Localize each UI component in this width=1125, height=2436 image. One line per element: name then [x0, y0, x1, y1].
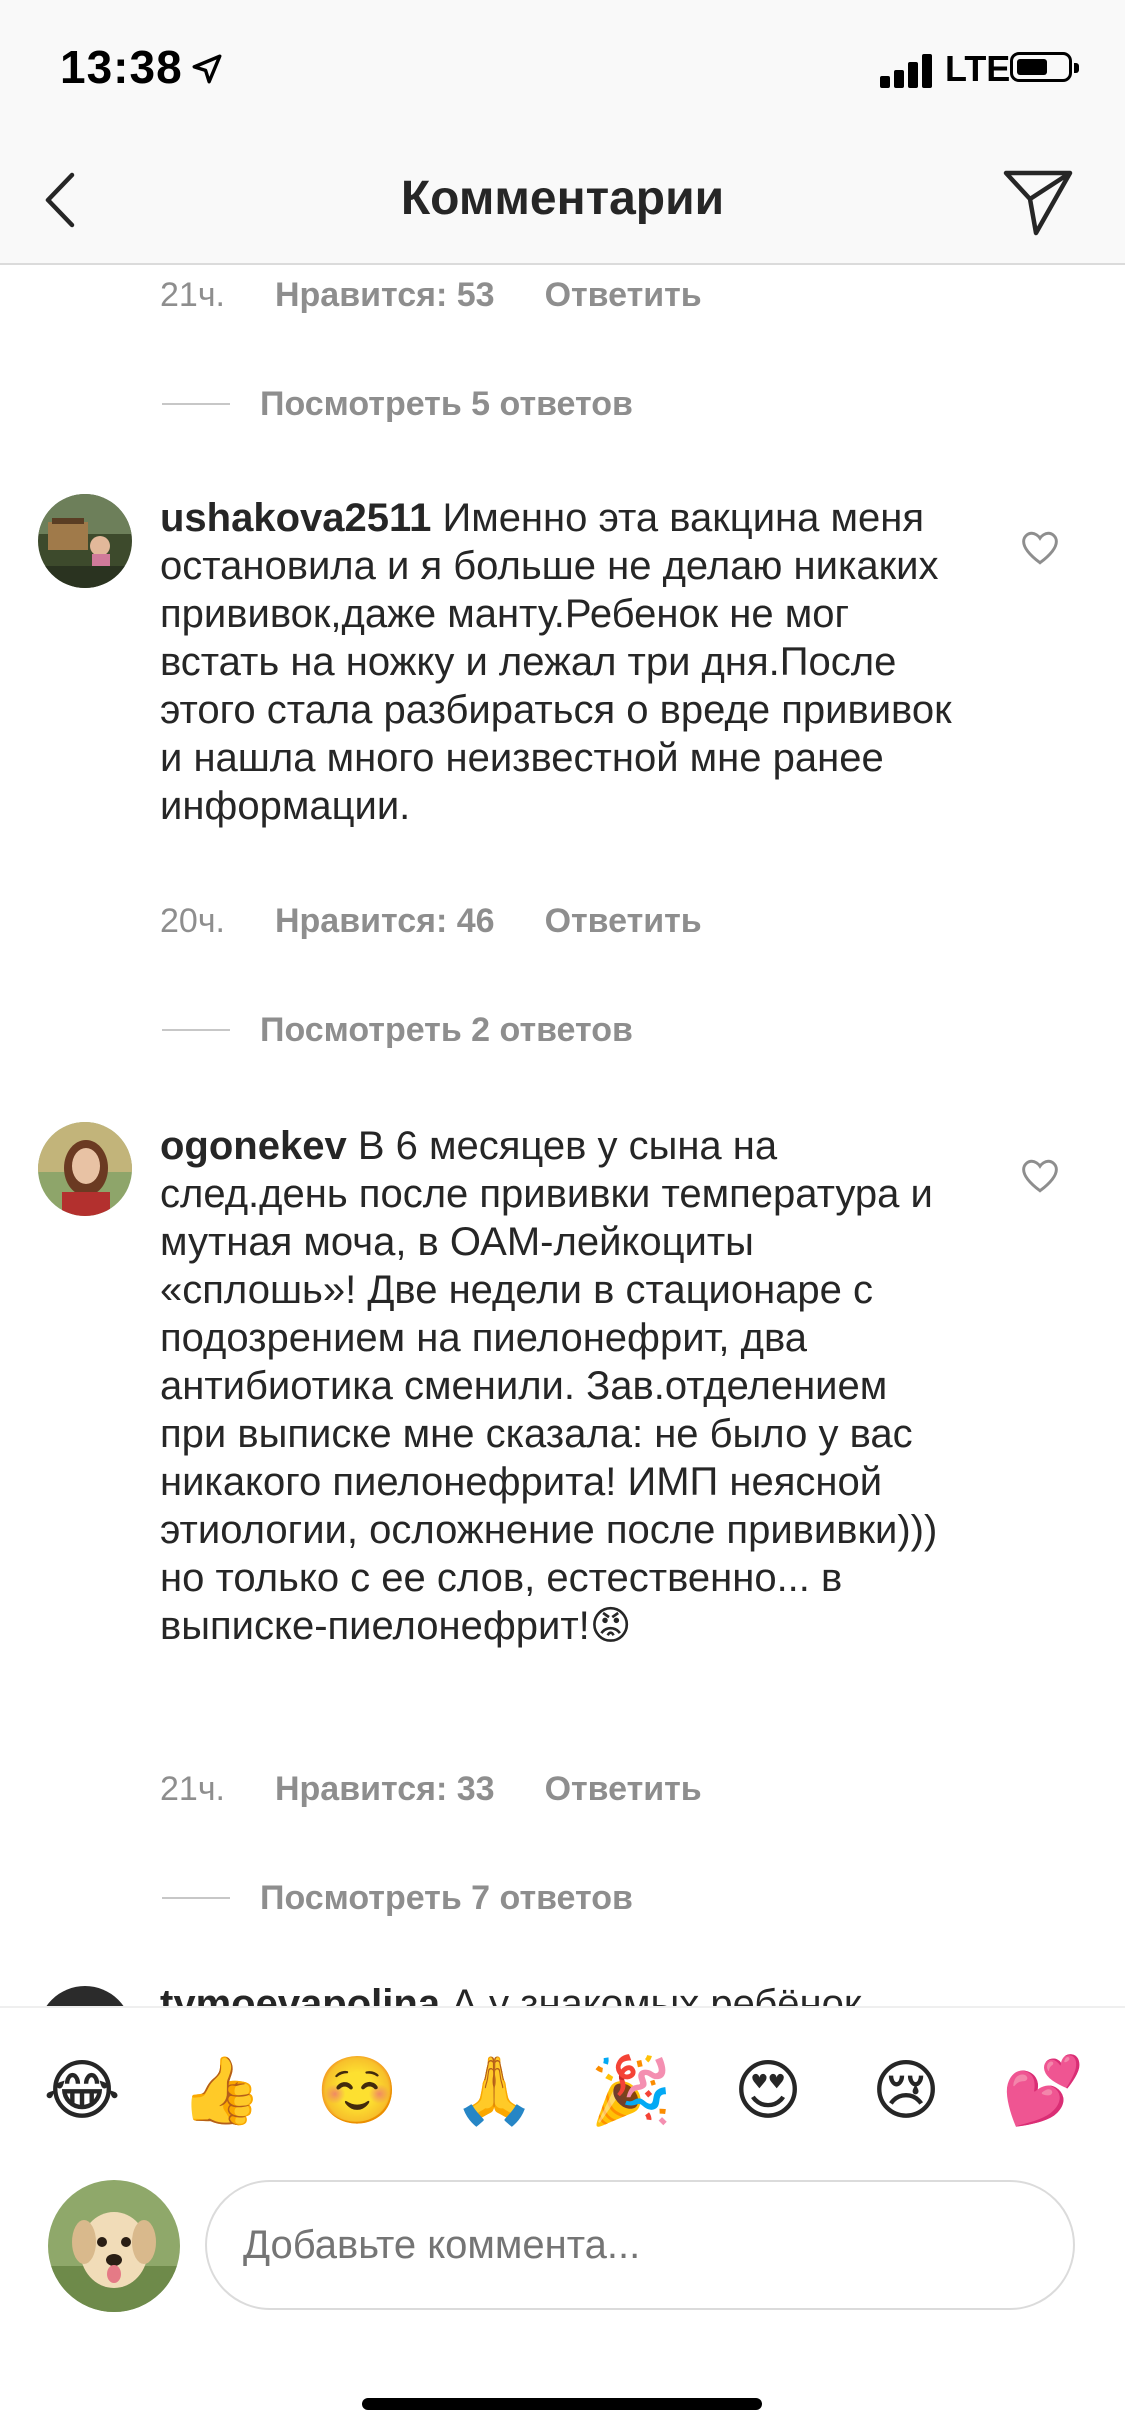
comment-body: В 6 месяцев у сына на след.день после пр…: [160, 1124, 938, 1648]
home-indicator[interactable]: [362, 2398, 762, 2410]
avatar[interactable]: [38, 1986, 132, 2006]
page-title: Комментарии: [400, 172, 725, 225]
emoji-two-hearts[interactable]: 💕: [1002, 2050, 1084, 2130]
comment-username[interactable]: ushakova2511: [160, 496, 431, 540]
comment-age: 21ч.: [160, 276, 225, 314]
likes-count[interactable]: Нравится: 46: [275, 902, 495, 940]
view-replies[interactable]: Посмотреть 2 ответов: [162, 1010, 633, 1050]
network-type: LTE: [945, 48, 1011, 89]
view-replies-label[interactable]: Посмотреть 7 ответов: [260, 1879, 633, 1918]
comment-composer: [0, 2172, 1125, 2342]
signal-icon: [880, 52, 940, 88]
emoji-quick-bar: 😂 👍 ☺️ 🙏 🎉 😍 😢 💕: [0, 2006, 1125, 2172]
paper-plane-icon[interactable]: [1000, 163, 1076, 239]
replies-divider: [162, 1897, 230, 1899]
emoji-tears-of-joy[interactable]: 😂: [42, 2050, 122, 2130]
comment-username[interactable]: tymoevapolina: [160, 1986, 440, 2006]
heart-icon[interactable]: [1020, 1158, 1060, 1194]
emoji-smiling[interactable]: ☺️: [316, 2050, 398, 2130]
status-bar: 13:38 LTE: [0, 0, 1125, 135]
reply-button[interactable]: Ответить: [545, 902, 702, 940]
location-arrow-icon: [192, 54, 222, 84]
replies-divider: [162, 1029, 230, 1031]
comment-input[interactable]: [205, 2180, 1075, 2310]
my-avatar: [48, 2180, 180, 2312]
avatar[interactable]: [38, 1122, 132, 1216]
battery-icon: [1010, 52, 1079, 82]
comment-meta: 20ч. Нравится: 46 Ответить: [160, 902, 752, 941]
reply-button[interactable]: Ответить: [545, 276, 702, 314]
comment-body: Именно эта вакцина меня остановила и я б…: [160, 496, 952, 828]
view-replies-label[interactable]: Посмотреть 5 ответов: [260, 385, 633, 424]
emoji-thumbs-up[interactable]: 👍: [180, 2050, 262, 2130]
nav-header: Комментарии: [0, 135, 1125, 265]
comment-username[interactable]: ogonekev: [160, 1124, 347, 1168]
reply-button[interactable]: Ответить: [545, 1770, 702, 1808]
likes-count[interactable]: Нравится: 33: [275, 1770, 495, 1808]
emoji-folded-hands[interactable]: 🙏: [453, 2050, 535, 2130]
comment-age: 21ч.: [160, 1770, 225, 1808]
comment-age: 20ч.: [160, 902, 225, 940]
comment-text: ushakova2511 Именно эта вакцина меня ост…: [160, 494, 960, 830]
comment-body: А у знакомых ребёнок: [451, 1986, 861, 2006]
comment-text: tymoevapolina А у знакомых ребёнок: [160, 1986, 960, 2006]
view-replies[interactable]: Посмотреть 5 ответов: [162, 384, 633, 424]
comment-meta: 21ч. Нравится: 53 Ответить: [160, 276, 752, 315]
comment-text: ogonekev В 6 месяцев у сына на след.день…: [160, 1122, 960, 1650]
view-replies-label[interactable]: Посмотреть 2 ответов: [260, 1011, 633, 1050]
status-time: 13:38: [60, 41, 183, 93]
emoji-party-popper[interactable]: 🎉: [590, 2050, 672, 2130]
heart-icon[interactable]: [1020, 530, 1060, 566]
emoji-heart-eyes[interactable]: 😍: [728, 2050, 808, 2130]
view-replies[interactable]: Посмотреть 7 ответов: [162, 1878, 633, 1918]
comment-meta: 21ч. Нравится: 33 Ответить: [160, 1770, 752, 1809]
avatar[interactable]: [38, 494, 132, 588]
emoji-crying[interactable]: 😢: [866, 2050, 946, 2130]
comment-item: tymoevapolina А у знакомых ребёнок: [0, 1986, 1125, 2006]
replies-divider: [162, 403, 230, 405]
likes-count[interactable]: Нравится: 53: [275, 276, 495, 314]
